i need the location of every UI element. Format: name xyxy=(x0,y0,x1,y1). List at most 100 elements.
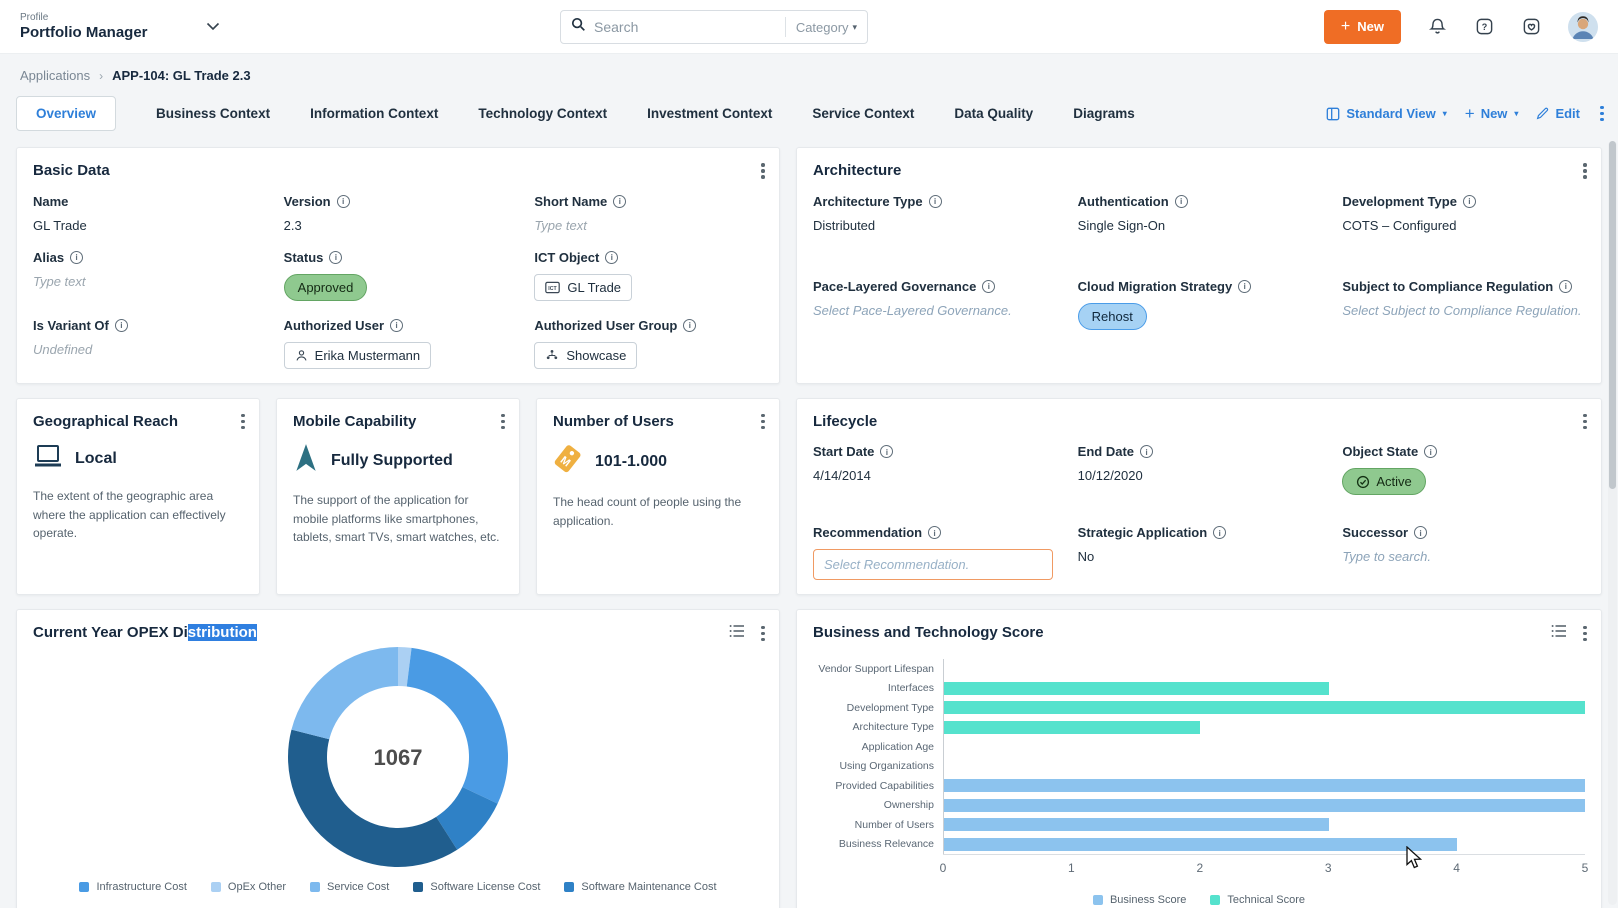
field-development-type: Development Type iCOTS – Configured xyxy=(1342,194,1585,233)
donut-segment-infrastructure-cost[interactable] xyxy=(407,648,508,804)
field-label: Recommendation i xyxy=(813,525,1056,540)
card-menu-kebab-icon[interactable] xyxy=(759,625,763,643)
list-view-icon[interactable] xyxy=(729,624,745,643)
info-icon[interactable]: i xyxy=(1140,445,1153,458)
info-icon[interactable]: i xyxy=(1238,280,1251,293)
card-title: Mobile Capability xyxy=(293,413,416,430)
card-menu-kebab-icon[interactable] xyxy=(239,413,243,431)
caret-down-icon[interactable]: ▾ xyxy=(1514,109,1518,118)
tab-investment-context[interactable]: Investment Context xyxy=(647,97,772,130)
tab-data-quality[interactable]: Data Quality xyxy=(954,97,1033,130)
field-label: Alias i xyxy=(33,250,262,265)
legend-item-software-license-cost[interactable]: Software License Cost xyxy=(413,881,540,893)
reference-chip[interactable]: ICTGL Trade xyxy=(534,274,632,301)
tab-business-context[interactable]: Business Context xyxy=(156,97,270,130)
field-label: Authorized User i xyxy=(284,318,513,333)
info-icon[interactable]: i xyxy=(390,319,403,332)
info-icon[interactable]: i xyxy=(1213,526,1226,539)
bar-business-relevance[interactable] xyxy=(944,838,1457,851)
legend-item-infrastructure-cost[interactable]: Infrastructure Cost xyxy=(79,881,186,893)
legend-swatch xyxy=(1210,895,1220,905)
card-menu-kebab-icon[interactable] xyxy=(759,413,763,431)
field-select-placeholder[interactable]: Select Pace-Layered Governance. xyxy=(813,303,1056,318)
bar-ownership[interactable] xyxy=(944,799,1585,812)
info-icon[interactable]: i xyxy=(70,251,83,264)
field-placeholder[interactable]: Type text xyxy=(534,218,763,233)
field-placeholder[interactable]: Undefined xyxy=(33,342,262,357)
info-icon[interactable]: i xyxy=(337,195,350,208)
tab-technology-context[interactable]: Technology Context xyxy=(478,97,607,130)
standard-view-button[interactable]: Standard View ▾ xyxy=(1326,106,1446,121)
info-icon[interactable]: i xyxy=(1463,195,1476,208)
recommendation-input[interactable]: Select Recommendation. xyxy=(813,549,1053,580)
info-icon[interactable]: i xyxy=(605,251,618,264)
caret-down-icon[interactable]: ▾ xyxy=(852,22,857,33)
bar-interfaces[interactable] xyxy=(944,682,1329,695)
status-badge[interactable]: Active xyxy=(1342,468,1425,495)
edit-button[interactable]: Edit xyxy=(1536,106,1580,121)
info-icon[interactable]: i xyxy=(1175,195,1188,208)
info-icon[interactable]: i xyxy=(880,445,893,458)
support-heart-icon[interactable] xyxy=(1521,16,1542,37)
status-badge[interactable]: Approved xyxy=(284,274,368,301)
vertical-scrollbar[interactable] xyxy=(1608,141,1617,905)
new-button[interactable]: + New xyxy=(1324,10,1401,44)
tab-information-context[interactable]: Information Context xyxy=(310,97,438,130)
bar-development-type[interactable] xyxy=(944,701,1585,714)
donut-segment-service-cost[interactable] xyxy=(291,647,398,739)
user-avatar[interactable] xyxy=(1568,12,1598,42)
category-select[interactable]: Category xyxy=(796,20,853,35)
chevron-down-icon[interactable] xyxy=(206,18,220,36)
card-menu-kebab-icon[interactable] xyxy=(1581,413,1585,431)
reference-chip[interactable]: Showcase xyxy=(534,342,637,369)
legend-item-business-score[interactable]: Business Score xyxy=(1093,894,1186,906)
bar-provided-capabilities[interactable] xyxy=(944,779,1585,792)
list-view-icon[interactable] xyxy=(1551,624,1567,643)
legend-item-opex-other[interactable]: OpEx Other xyxy=(211,881,286,893)
legend-item-technical-score[interactable]: Technical Score xyxy=(1210,894,1305,906)
metric-description: The head count of people using the appli… xyxy=(553,493,763,530)
view-new-button[interactable]: + New ▾ xyxy=(1465,104,1519,124)
card-menu-kebab-icon[interactable] xyxy=(499,413,503,431)
search-input[interactable] xyxy=(594,19,775,35)
info-icon[interactable]: i xyxy=(683,319,696,332)
x-tick-label: 2 xyxy=(1196,861,1203,875)
info-icon[interactable]: i xyxy=(982,280,995,293)
strategy-badge[interactable]: Rehost xyxy=(1078,303,1147,330)
divider xyxy=(785,17,786,37)
tab-overview[interactable]: Overview xyxy=(16,96,116,131)
opex-donut-chart[interactable]: 1067 xyxy=(286,645,510,869)
bar-architecture-type[interactable] xyxy=(944,721,1200,734)
info-icon[interactable]: i xyxy=(329,251,342,264)
info-icon[interactable]: i xyxy=(1559,280,1572,293)
info-icon[interactable]: i xyxy=(115,319,128,332)
tab-service-context[interactable]: Service Context xyxy=(812,97,914,130)
card-menu-kebab-icon[interactable] xyxy=(1581,625,1585,643)
info-icon[interactable]: i xyxy=(928,526,941,539)
card-menu-kebab-icon[interactable] xyxy=(759,162,763,180)
card-menu-kebab-icon[interactable] xyxy=(1581,162,1585,180)
profile-switcher[interactable]: Profile Portfolio Manager xyxy=(20,12,220,41)
field-placeholder[interactable]: Type text xyxy=(33,274,262,289)
score-chart-card: Business and Technology Score Vendor Sup… xyxy=(796,609,1602,908)
scrollbar-thumb[interactable] xyxy=(1609,141,1616,489)
info-icon[interactable]: i xyxy=(613,195,626,208)
help-icon[interactable]: ? xyxy=(1474,16,1495,37)
tabbar-menu-kebab-icon[interactable] xyxy=(1598,105,1602,123)
bar-number-of-users[interactable] xyxy=(944,818,1329,831)
info-icon[interactable]: i xyxy=(1424,445,1437,458)
info-icon[interactable]: i xyxy=(1414,526,1427,539)
notifications-bell-icon[interactable] xyxy=(1427,16,1448,37)
legend-item-software-maintenance-cost[interactable]: Software Maintenance Cost xyxy=(564,881,716,893)
field-select-placeholder[interactable]: Type to search. xyxy=(1342,549,1585,564)
info-icon[interactable]: i xyxy=(929,195,942,208)
field-select-placeholder[interactable]: Select Subject to Compliance Regulation. xyxy=(1342,303,1585,318)
tab-diagrams[interactable]: Diagrams xyxy=(1073,97,1135,130)
legend-item-service-cost[interactable]: Service Cost xyxy=(310,881,389,893)
field-label: Authentication i xyxy=(1078,194,1321,209)
caret-down-icon[interactable]: ▾ xyxy=(1443,109,1447,118)
reference-chip[interactable]: Erika Mustermann xyxy=(284,342,431,369)
bar-row-interfaces: Interfaces xyxy=(813,679,1585,699)
global-search[interactable]: Category ▾ xyxy=(560,10,868,44)
breadcrumb-applications[interactable]: Applications xyxy=(20,68,90,83)
